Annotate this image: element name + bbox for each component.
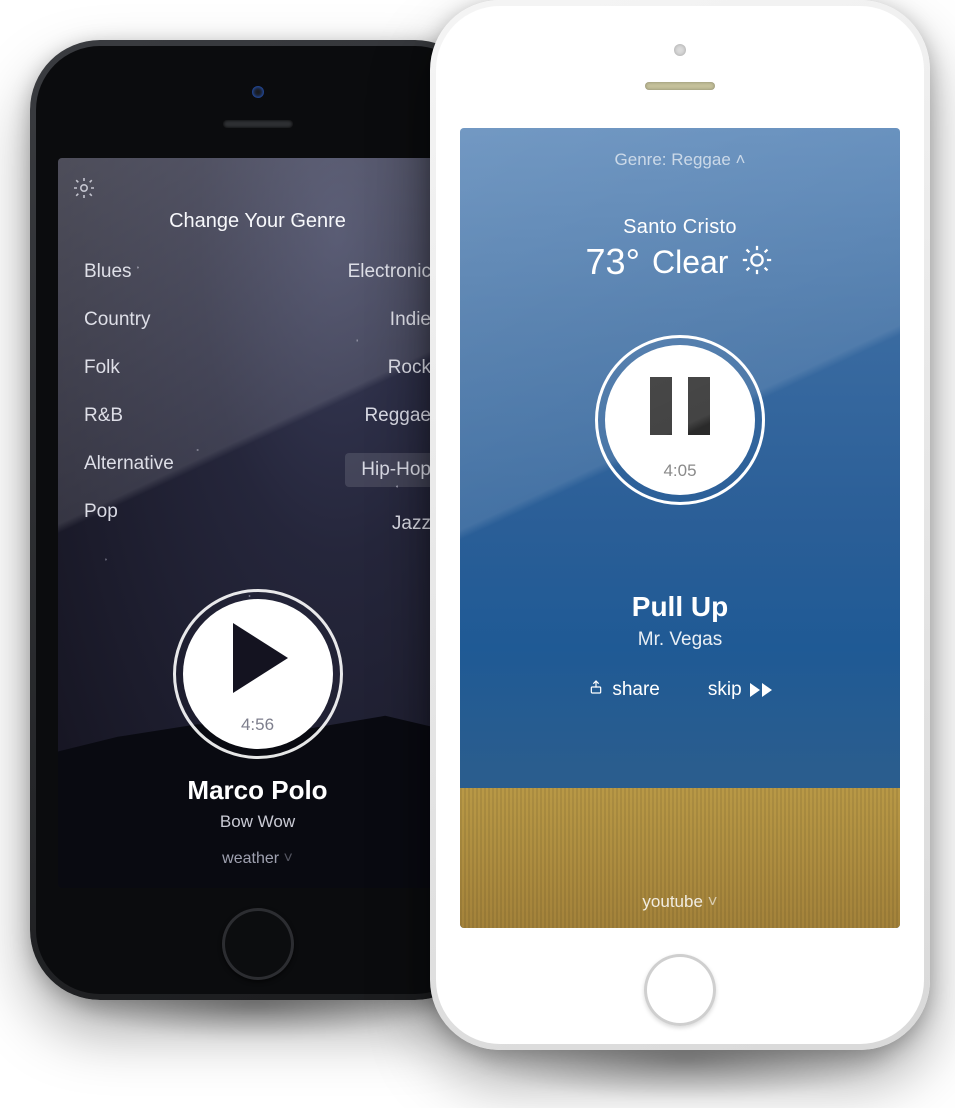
share-button[interactable]: share [588, 679, 660, 701]
genre-item[interactable]: Blues [84, 261, 174, 283]
temperature: 73° [586, 241, 640, 283]
track-artist: Bow Wow [58, 812, 457, 832]
track-artist: Mr. Vegas [460, 629, 900, 651]
genre-item[interactable]: Rock [388, 357, 431, 379]
home-button[interactable] [644, 954, 716, 1026]
share-label: share [612, 679, 660, 701]
track-duration: 4:56 [183, 715, 333, 735]
play-button[interactable]: 4:56 [183, 599, 333, 749]
weather-row: 73° Clear [460, 241, 900, 283]
pause-icon [605, 377, 755, 435]
genre-item[interactable]: Jazz [392, 513, 431, 535]
genre-item[interactable]: Alternative [84, 453, 174, 475]
home-button[interactable] [222, 908, 294, 980]
phone-light: Genre: Reggae Santo Cristo 73° Clear [430, 0, 930, 1050]
gear-icon[interactable] [72, 176, 96, 200]
genre-column-left: Blues Country Folk R&B Alternative Pop [84, 261, 174, 535]
share-icon [588, 679, 604, 701]
track-title: Marco Polo [58, 775, 457, 806]
pause-button[interactable]: 4:05 [605, 345, 755, 495]
skip-label: skip [708, 679, 742, 701]
phone-speaker [645, 82, 715, 90]
genre-column-right: Electronic Indie Rock Reggae Hip-Hop Jaz… [345, 261, 431, 535]
location-label: Santo Cristo [460, 216, 900, 239]
genre-item[interactable]: Pop [84, 501, 174, 523]
track-elapsed: 4:05 [605, 461, 755, 481]
genre-picker-title: Change Your Genre [58, 210, 457, 233]
genre-dropdown[interactable]: Genre: Reggae [460, 150, 900, 170]
play-icon [233, 623, 288, 693]
genre-item[interactable]: Electronic [348, 261, 431, 283]
genre-item[interactable]: Indie [390, 309, 431, 331]
weather-toggle[interactable]: weather [58, 850, 457, 868]
genre-item[interactable]: Reggae [364, 405, 431, 427]
front-camera [674, 44, 686, 56]
skip-icon [750, 683, 772, 697]
genre-item[interactable]: Folk [84, 357, 174, 379]
skip-button[interactable]: skip [708, 679, 772, 701]
sun-icon [740, 243, 774, 282]
youtube-toggle[interactable]: youtube [460, 892, 900, 912]
weather-condition: Clear [652, 244, 728, 281]
phone-speaker [223, 120, 293, 128]
track-title: Pull Up [460, 591, 900, 623]
genre-item[interactable]: Country [84, 309, 174, 331]
phone-dark: Change Your Genre Blues Country Folk R&B… [30, 40, 485, 1000]
front-camera [252, 86, 264, 98]
genre-item[interactable]: R&B [84, 405, 174, 427]
